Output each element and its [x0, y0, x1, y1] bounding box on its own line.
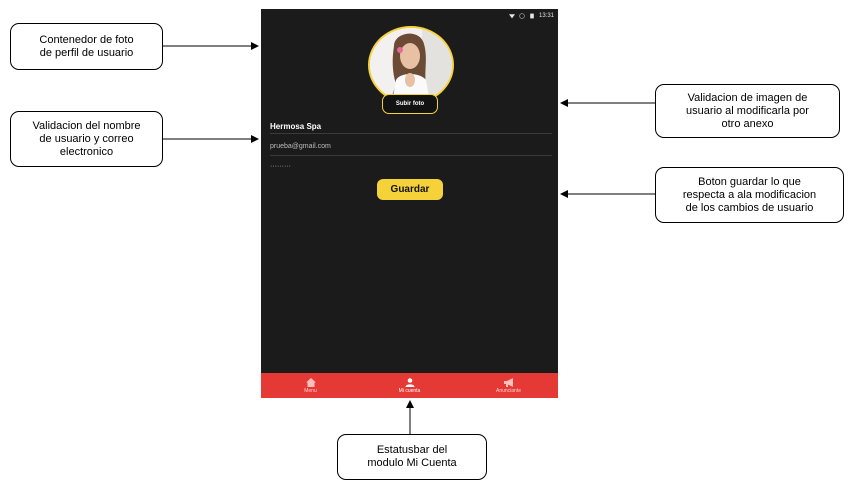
password-field[interactable]: ·········: [270, 163, 291, 170]
callout-save-button: Boton guardar lo que respecta a ala modi…: [655, 167, 844, 223]
tab-anunciante-label: Anunciante: [495, 387, 522, 394]
megaphone-icon: [503, 377, 513, 387]
tab-mi-cuenta[interactable]: Mi cuenta: [370, 377, 450, 394]
email-underline: [270, 155, 552, 156]
email-field[interactable]: prueba@gmail.com: [270, 143, 331, 150]
callout-name-validation: Validacion del nombre de usuario y corre…: [10, 111, 163, 167]
signal-icon: [519, 13, 525, 19]
profile-photo: [370, 28, 452, 102]
user-icon: [405, 377, 414, 387]
battery-icon: [530, 13, 534, 19]
status-bar: 13:31: [508, 11, 554, 21]
callout-image-validation-text: Validacion de imagen de usuario al modif…: [686, 91, 809, 130]
tab-anunciante[interactable]: Anunciante: [469, 377, 549, 394]
callout-statusbar: Estatusbar del modulo Mi Cuenta: [337, 434, 487, 480]
bottom-tab-bar: Menu Mi cuenta Anunciante: [261, 373, 558, 398]
callout-name-validation-text: Validacion del nombre de usuario y corre…: [32, 119, 141, 158]
profile-photo-container[interactable]: [368, 26, 454, 104]
callout-photo-container-text: Contenedor de foto de perfil de usuario: [39, 33, 134, 59]
phone-screen: 13:31 Subir foto Hermosa Spa prueba@gmai…: [261, 9, 558, 398]
callout-save-button-text: Boton guardar lo que respecta a ala modi…: [682, 175, 817, 214]
username-underline: [270, 133, 552, 134]
tab-mi-cuenta-label: Mi cuenta: [398, 387, 421, 394]
callout-image-validation: Validacion de imagen de usuario al modif…: [655, 84, 840, 138]
wifi-icon: [508, 14, 515, 19]
callout-photo-container: Contenedor de foto de perfil de usuario: [10, 23, 163, 70]
upload-photo-button[interactable]: Subir foto: [382, 94, 438, 114]
callout-statusbar-text: Estatusbar del modulo Mi Cuenta: [367, 444, 457, 469]
home-icon: [305, 377, 316, 387]
username-field[interactable]: Hermosa Spa: [270, 122, 321, 131]
tab-menu[interactable]: Menu: [271, 377, 351, 394]
status-time: 13:31: [538, 13, 554, 19]
save-button[interactable]: Guardar: [377, 179, 443, 200]
tab-menu-label: Menu: [304, 387, 317, 394]
